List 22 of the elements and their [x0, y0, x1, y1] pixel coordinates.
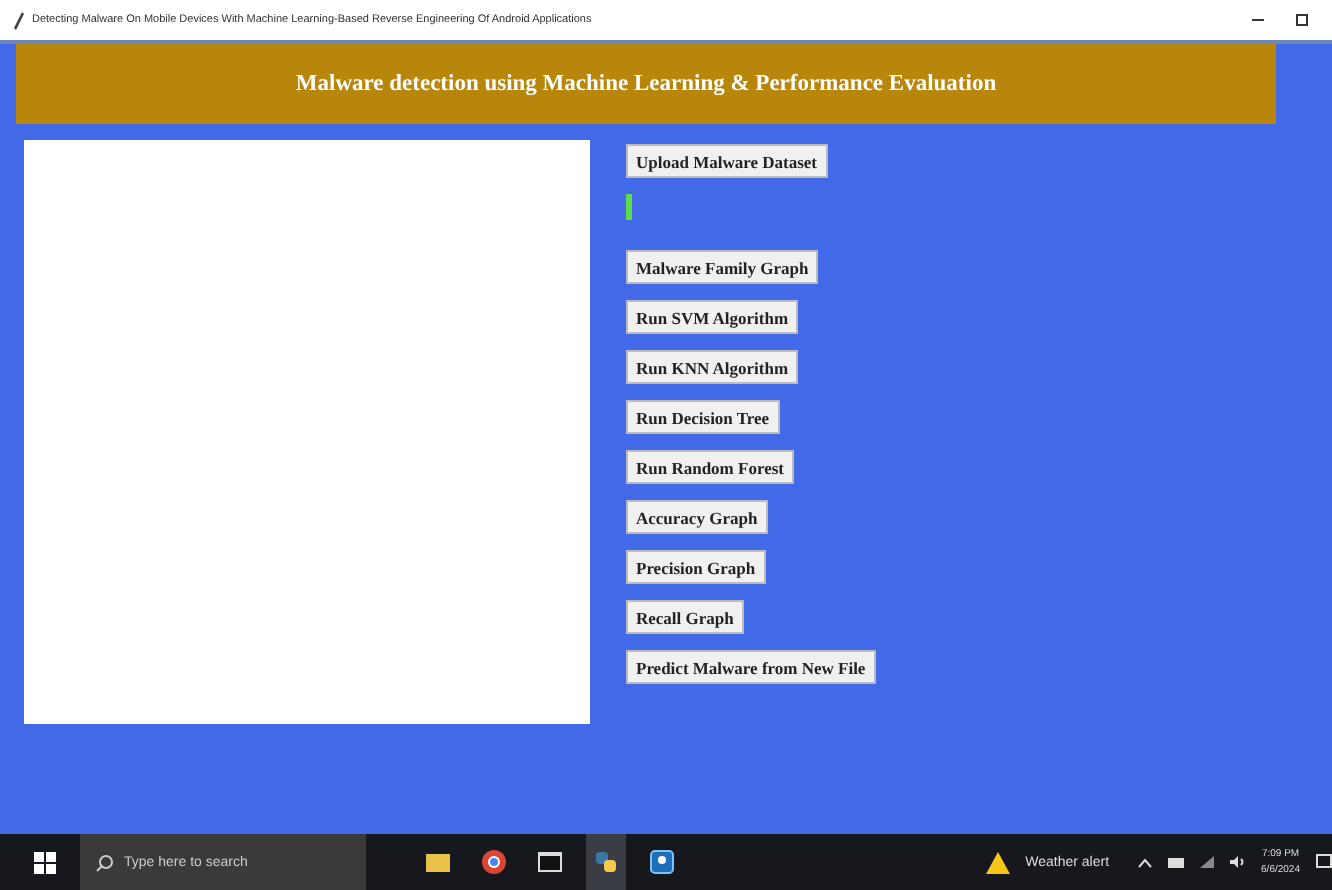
action-button[interactable]: Run KNN Algorithm — [626, 350, 799, 384]
action-button[interactable]: Recall Graph — [626, 600, 744, 634]
volume-icon[interactable] — [1229, 856, 1246, 868]
notification-icon[interactable] — [1316, 854, 1332, 870]
action-button[interactable]: Upload Malware Dataset — [626, 144, 827, 178]
action-button[interactable]: Run SVM Algorithm — [626, 300, 799, 334]
chevron-up-icon[interactable] — [1137, 857, 1152, 867]
action-button[interactable]: Malware Family Graph — [626, 250, 819, 284]
action-button[interactable]: Precision Graph — [626, 550, 766, 584]
action-button[interactable]: Run Random Forest — [626, 450, 794, 484]
action-button[interactable]: Accuracy Graph — [626, 500, 768, 534]
python-icon[interactable] — [586, 834, 626, 890]
action-button[interactable]: Predict Malware from New File — [626, 650, 876, 684]
maximize-icon[interactable] — [1294, 12, 1310, 28]
warning-icon — [985, 851, 1010, 873]
feather-icon — [12, 11, 24, 29]
network-icon[interactable] — [1199, 856, 1214, 868]
windows-start-icon[interactable] — [33, 851, 55, 873]
battery-icon[interactable] — [1167, 857, 1184, 867]
header-title: Malware detection using Machine Learning & Performance Evaluation — [295, 72, 997, 96]
progress-indicator — [626, 194, 632, 220]
action-button[interactable]: Run Decision Tree — [626, 400, 780, 434]
